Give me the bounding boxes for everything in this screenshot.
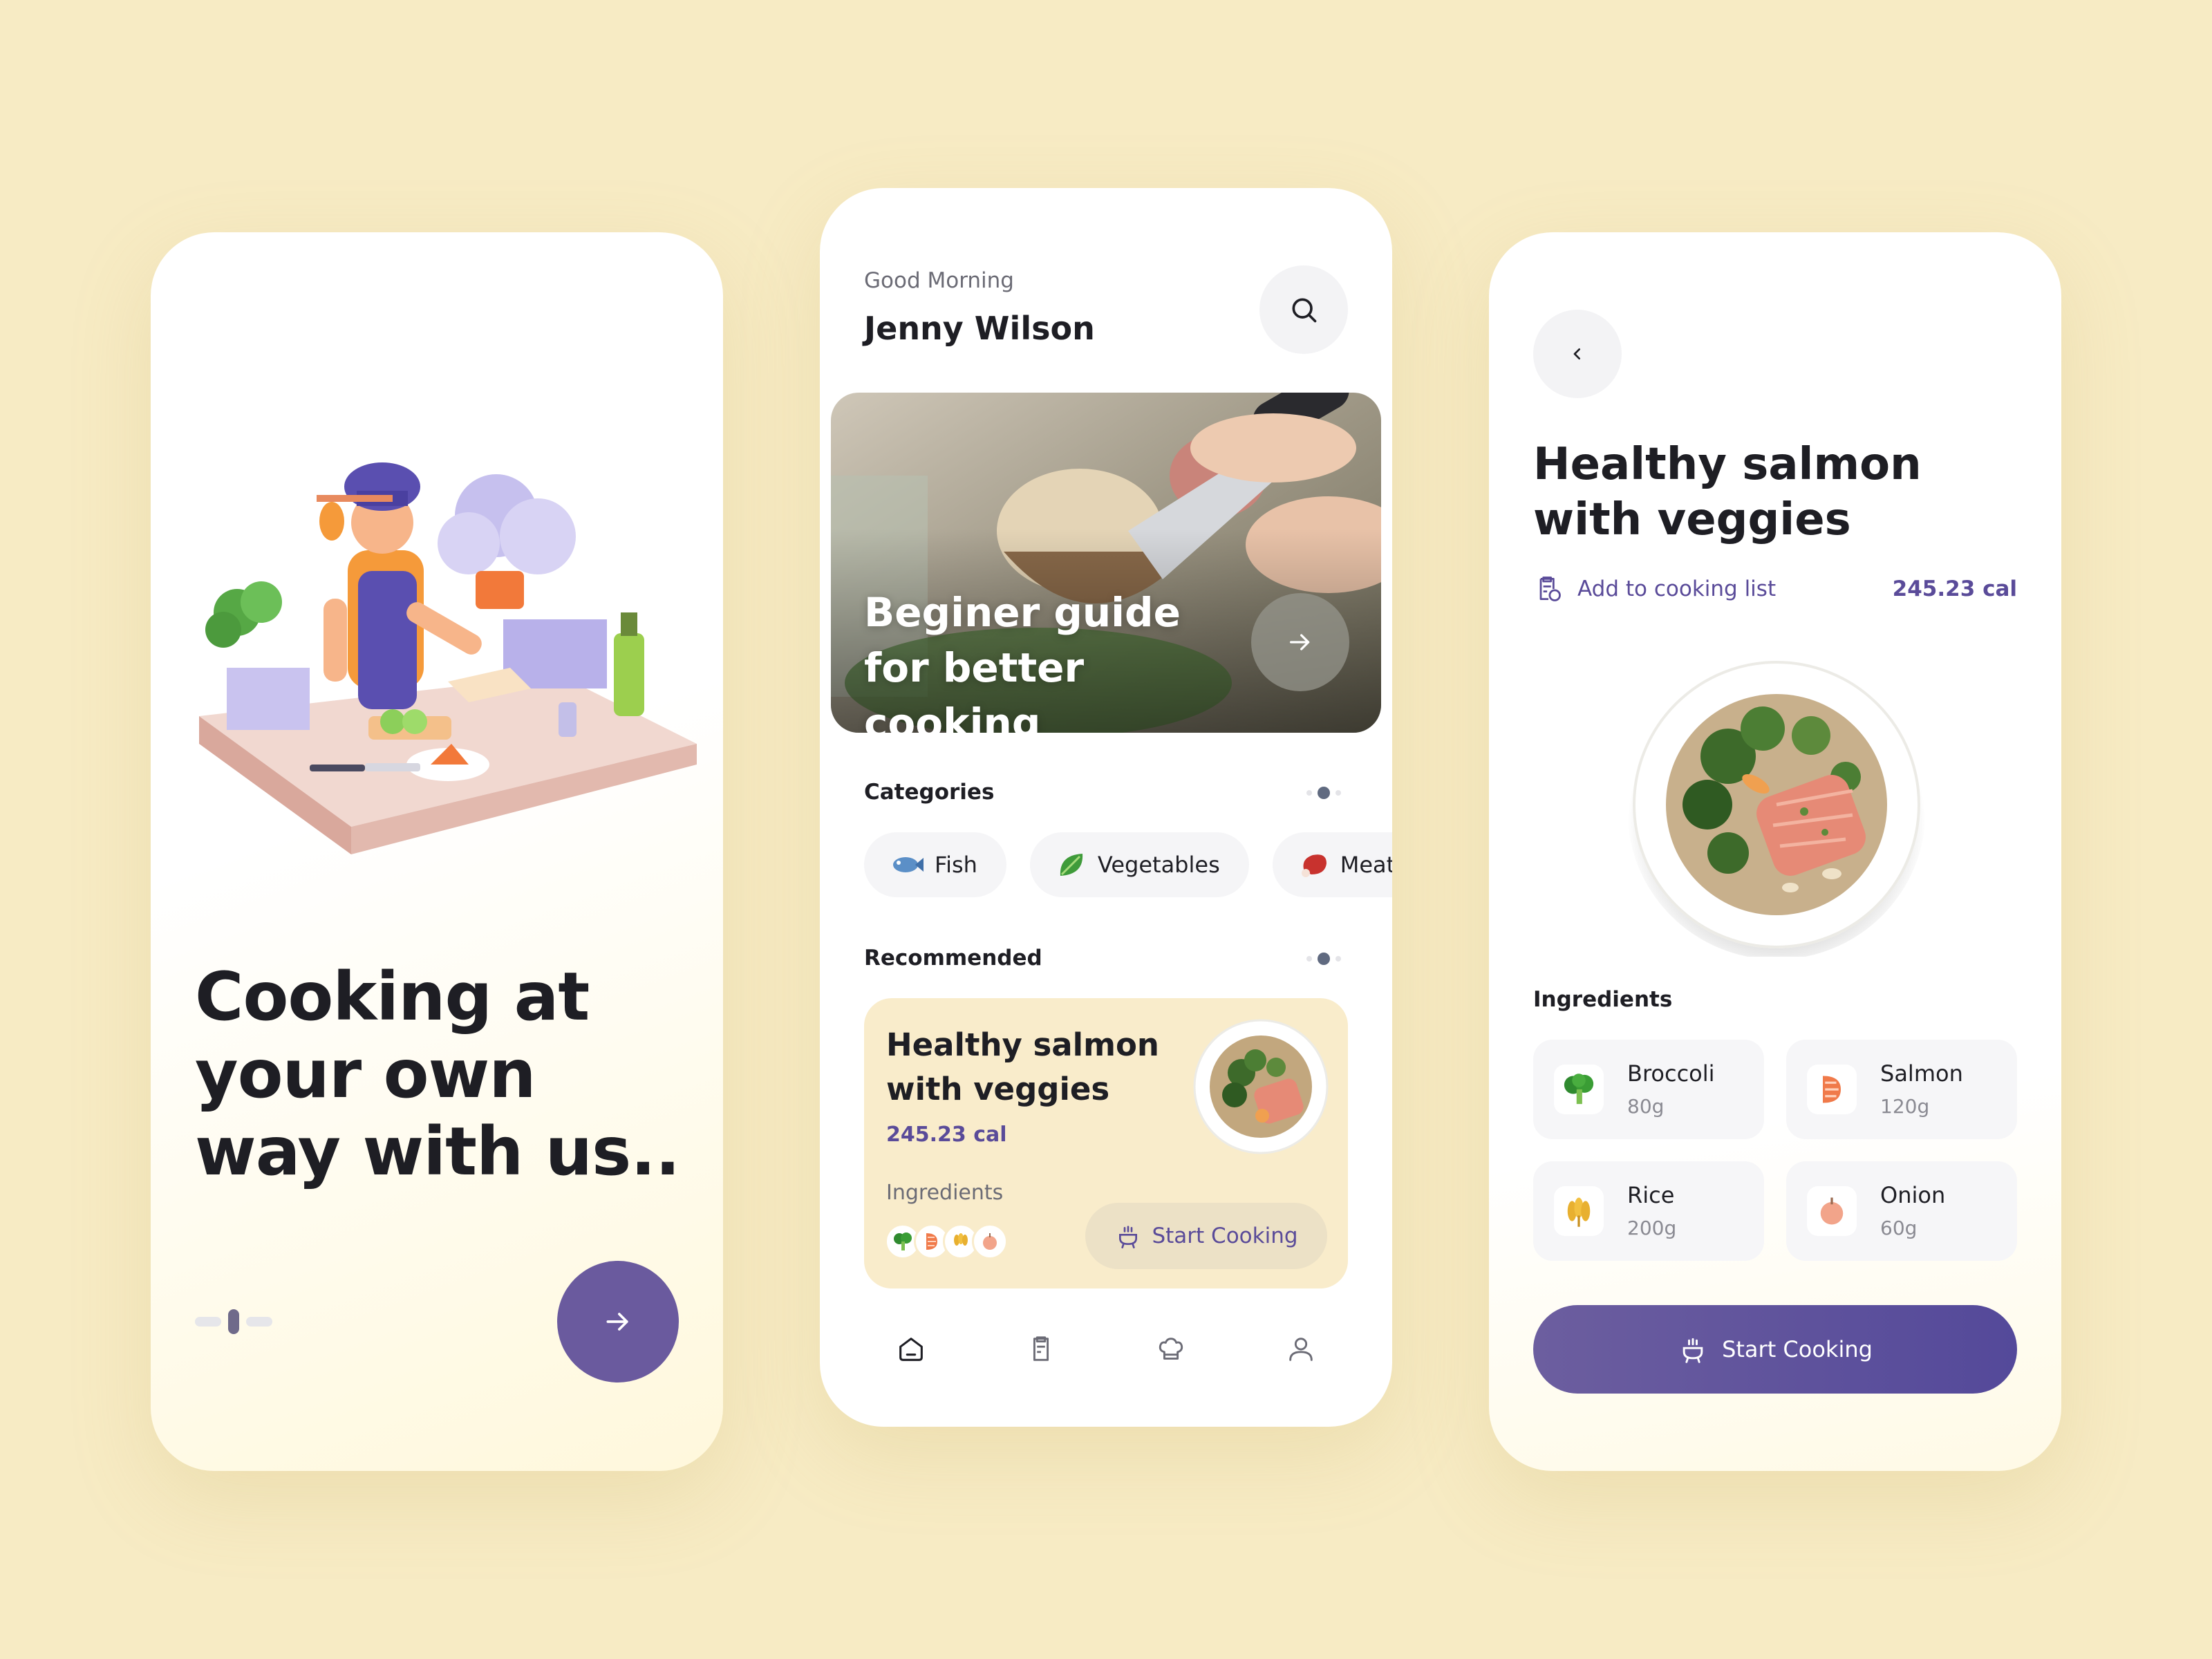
onboarding-screen: Cooking at your own way with us.. [151,232,723,1471]
home-icon [899,1338,923,1361]
ingredient-qty: 80g [1627,1095,1665,1118]
ingredient-name: Rice [1627,1182,1675,1208]
tab-cooking-list[interactable] [1019,1327,1063,1371]
profile-icon [1289,1338,1313,1361]
salmon-dish-photo [1627,661,1926,957]
page-dot [1306,956,1312,962]
cooking-pot-icon [1119,1226,1138,1248]
ingredient-card[interactable]: Onion 60g [1786,1161,2017,1261]
cooking-list-icon [1539,577,1561,601]
page-dot [1306,790,1312,796]
categories-row: Fish Vegetables Meat [864,832,1392,897]
back-button[interactable] [1533,310,1622,398]
search-button[interactable] [1259,265,1348,354]
tab-chef[interactable] [1149,1327,1193,1371]
ingredient-name: Broccoli [1627,1060,1715,1087]
hero-banner[interactable]: Beginer guide for better cooking [831,393,1381,733]
meat-icon [1301,854,1327,877]
recommended-page-indicator [1306,953,1341,965]
greeting-text: Good Morning [864,268,1014,293]
recommended-title: Recommended [864,946,1042,971]
page-indicator [195,1309,272,1334]
tab-home[interactable] [889,1327,933,1371]
next-button[interactable] [557,1261,679,1382]
ingredients-title: Ingredients [1533,987,1673,1012]
category-label: Meat [1340,852,1392,878]
salmon-icon [1807,1065,1857,1114]
recipe-title: Healthy salmon with veggies [1533,439,1922,545]
rice-icon [1554,1186,1604,1236]
recipe-title: Healthy salmon with veggies [886,1027,1159,1107]
ingredients-label: Ingredients [886,1181,1004,1205]
search-icon [1292,298,1317,323]
page-dot [195,1317,221,1327]
onboarding-headline: Cooking at your own way with us.. [195,958,680,1190]
chevron-left-icon [1573,348,1580,359]
home-screen: Good Morning Jenny Wilson Beginer guide … [820,188,1392,1427]
start-cooking-button[interactable]: Start Cooking [1533,1305,2017,1394]
ingredient-card[interactable]: Rice 200g [1533,1161,1764,1261]
arrow-right-icon [606,1313,628,1331]
recipe-calories: 245.23 cal [1892,577,2017,601]
add-to-cooking-list-label: Add to cooking list [1577,577,1777,601]
ingredient-qty: 60g [1880,1217,1918,1239]
chef-illustration [199,462,697,854]
broccoli-icon [1554,1065,1604,1114]
arrow-right-icon [1290,634,1310,650]
category-chip-meat[interactable]: Meat [1272,832,1392,897]
tab-profile[interactable] [1279,1327,1323,1371]
ingredient-icons [885,1224,1008,1259]
onion-icon [1807,1186,1857,1236]
categories-title: Categories [864,780,995,805]
recipe-detail-screen: Healthy salmon with veggies Add to cooki… [1489,232,2061,1471]
onion-icon [972,1224,1008,1259]
start-cooking-label: Start Cooking [1152,1224,1298,1248]
ingredient-qty: 200g [1627,1217,1677,1239]
ingredient-card[interactable]: Broccoli 80g [1533,1040,1764,1139]
start-cooking-button[interactable]: Start Cooking [1085,1203,1327,1269]
chef-hat-icon [1159,1338,1183,1360]
ingredient-name: Salmon [1880,1060,1963,1087]
category-chip-vegetables[interactable]: Vegetables [1029,832,1249,897]
bottom-tab-bar [864,1327,1348,1396]
page-dot-active [1318,953,1330,965]
recommended-recipe-card[interactable]: Healthy salmon with veggies 245.23 cal I… [864,998,1348,1288]
page-dot [1335,956,1341,962]
hero-arrow-button[interactable] [1251,593,1349,691]
cooking-list-icon [1033,1336,1049,1361]
ingredient-name: Onion [1880,1182,1946,1208]
leaf-icon [1060,854,1083,876]
categories-page-indicator [1306,787,1341,799]
fish-icon [893,857,924,872]
page-dot-active [228,1309,239,1334]
user-name: Jenny Wilson [864,310,1095,347]
category-label: Vegetables [1097,852,1220,878]
start-cooking-label: Start Cooking [1722,1336,1873,1362]
salmon-dish-photo [1193,1019,1329,1154]
hero-title: Beginer guide for better cooking [864,589,1181,733]
add-to-cooking-list-button[interactable]: Add to cooking list [1533,574,1776,604]
page-dot-active [1318,787,1330,799]
recipe-calories: 245.23 cal [886,1123,1007,1147]
category-label: Fish [935,852,977,878]
ingredient-card[interactable]: Salmon 120g [1786,1040,2017,1139]
ingredient-qty: 120g [1880,1095,1930,1118]
category-chip-fish[interactable]: Fish [864,832,1006,897]
page-dot [1335,790,1341,796]
page-dot [246,1317,272,1327]
cooking-pot-icon [1683,1338,1703,1363]
